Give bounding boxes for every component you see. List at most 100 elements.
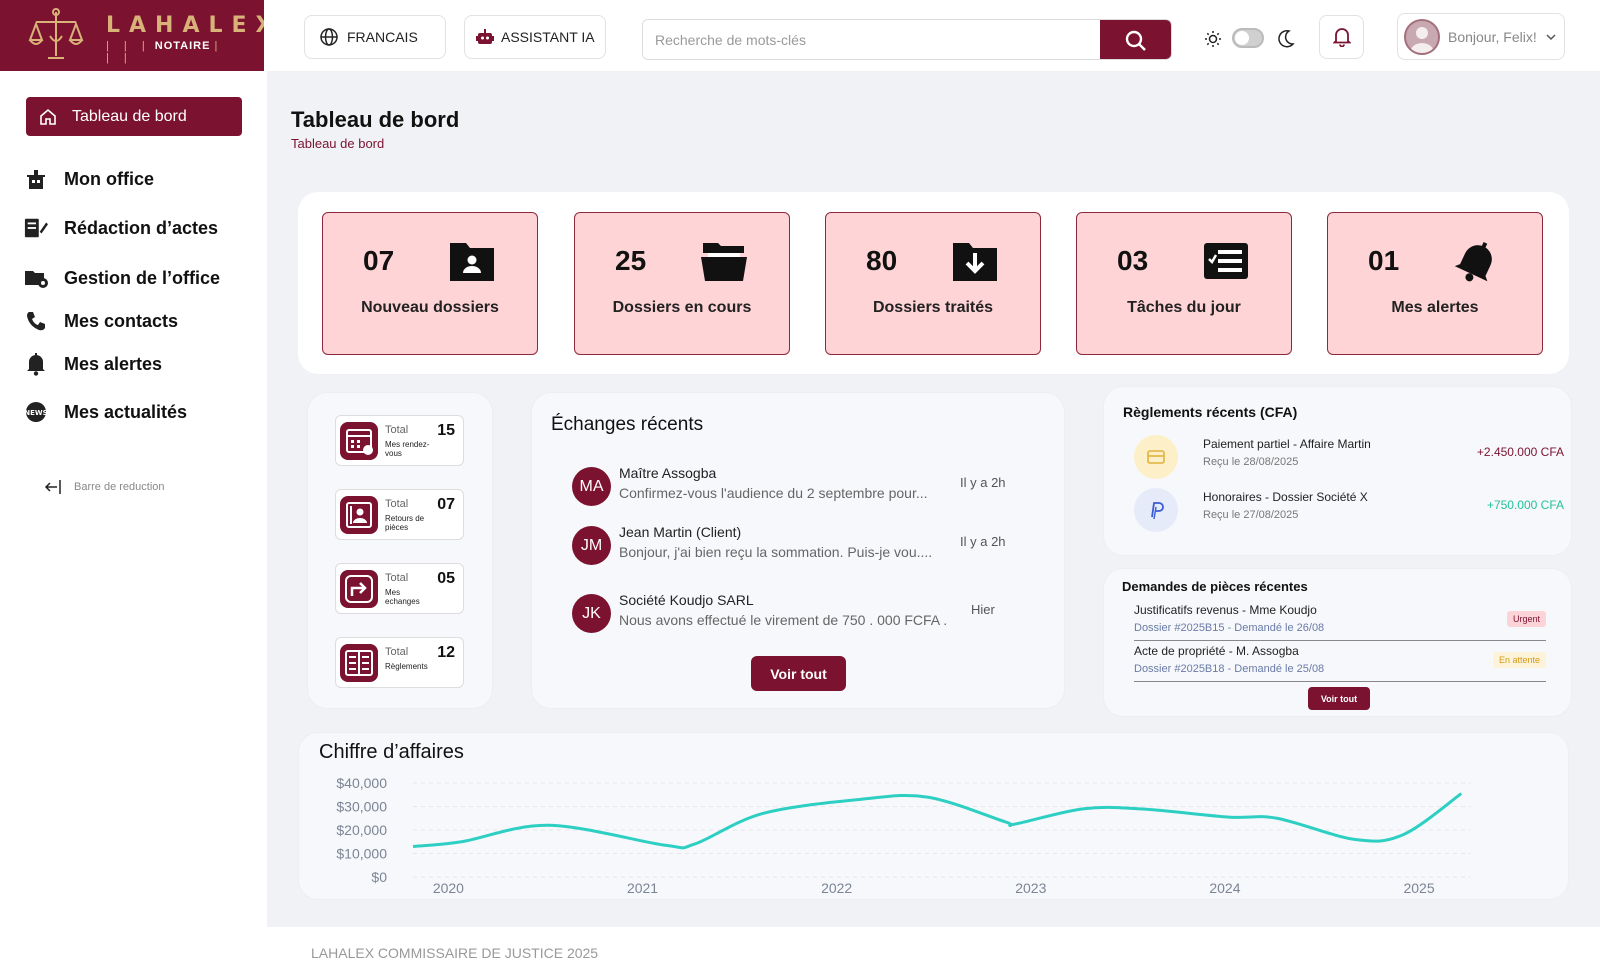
task-list-icon <box>1204 243 1248 279</box>
total-echanges[interactable]: Total Mes echanges 05 <box>335 563 464 614</box>
request-item[interactable]: Acte de propriété - M. Assogba Dossier #… <box>1134 644 1546 682</box>
stat-card-taches-du-jour[interactable]: 03 Tâches du jour <box>1076 212 1292 355</box>
robot-icon <box>476 29 494 44</box>
chevron-down-icon <box>1546 33 1556 40</box>
x-tick-label: 2025 <box>1403 880 1434 896</box>
view-all-exchanges-button[interactable]: Voir tout <box>751 656 846 691</box>
brand-name: LAHALEX <box>106 13 282 38</box>
scales-of-justice-icon <box>28 8 84 59</box>
profile-menu[interactable]: Bonjour, Felix! <box>1397 13 1565 60</box>
sidebar-item-redaction-actes[interactable]: Rédaction d’actes <box>24 216 218 240</box>
y-tick-label: $0 <box>371 869 387 885</box>
total-title: Total <box>385 646 409 658</box>
stat-value: 03 <box>1117 245 1149 276</box>
request-detail: Dossier #2025B18 - Demandé le 25/08 <box>1134 663 1325 675</box>
stat-value: 07 <box>363 245 395 276</box>
sidebar-item-label: Mes actualités <box>64 401 188 422</box>
y-tick-label: $20,000 <box>336 822 387 838</box>
exchanges-title: Échanges récents <box>551 414 704 435</box>
sidebar: Tableau de bord Mon office Rédaction d’a… <box>0 71 267 978</box>
stat-value: 80 <box>866 245 898 276</box>
view-all-requests-button[interactable]: Voir tout <box>1308 687 1370 710</box>
total-title: Total <box>385 424 409 436</box>
collapse-sidebar-button[interactable]: Barre de reduction <box>44 479 165 495</box>
sidebar-item-label: Mon office <box>64 168 154 189</box>
search-button[interactable] <box>1100 20 1171 59</box>
brand-logo[interactable]: LAHALEX | | | NOTAIRE | | | <box>0 0 273 71</box>
stat-value: 25 <box>615 245 647 276</box>
total-subtitle: Mes rendez-vous <box>385 440 430 458</box>
theme-toggle[interactable] <box>1232 28 1264 48</box>
request-name: Justificatifs revenus - Mme Koudjo <box>1134 603 1317 617</box>
avatar <box>1404 18 1440 55</box>
calendar-icon <box>340 422 378 460</box>
sun-icon <box>1205 31 1221 47</box>
paypal-icon <box>1134 488 1178 532</box>
bell-icon <box>1454 242 1492 282</box>
requests-title: Demandes de pièces récentes <box>1122 579 1308 594</box>
search-input[interactable] <box>643 20 1103 59</box>
recent-exchanges-card: Échanges récents MA Maître Assogba Confi… <box>531 392 1065 709</box>
total-value: 07 <box>437 496 455 513</box>
sidebar-item-mes-actualites[interactable]: NEWS Mes actualités <box>24 400 187 424</box>
stat-card-nouveaux-dossiers[interactable]: 07 Nouveau dossiers <box>322 212 538 355</box>
exchange-preview: Nous avons effectué le virement de 750 .… <box>619 612 948 628</box>
stat-label: Dossiers en cours <box>612 299 752 316</box>
series-line <box>412 792 1463 850</box>
document-edit-icon <box>24 216 48 240</box>
assistant-ia-button[interactable]: ASSISTANT IA <box>464 15 606 59</box>
folder-download-icon <box>953 243 997 281</box>
stat-label: Dossiers traités <box>872 299 994 316</box>
exchange-item[interactable]: JK Société Koudjo SARL Nous avons effect… <box>572 592 1022 636</box>
office-icon <box>24 167 48 191</box>
card-icon <box>1134 435 1178 479</box>
notifications-button[interactable] <box>1319 15 1364 59</box>
stat-label: Nouveau dossiers <box>361 299 499 316</box>
sidebar-item-mon-office[interactable]: Mon office <box>24 167 154 191</box>
home-icon <box>40 108 56 125</box>
exchange-time: Il y a 2h <box>960 534 1006 549</box>
sidebar-item-mes-contacts[interactable]: Mes contacts <box>24 309 178 333</box>
contact-card-icon <box>340 496 378 534</box>
payment-item[interactable]: Paiement partiel - Affaire Martin Reçu l… <box>1134 435 1564 479</box>
exchange-item[interactable]: MA Maître Assogba Confirmez-vous l'audie… <box>572 465 1022 509</box>
user-silhouette-icon <box>1410 26 1434 53</box>
x-tick-label: 2020 <box>433 880 464 896</box>
status-badge: En attente <box>1492 652 1546 668</box>
language-button[interactable]: FRANCAIS <box>304 15 446 59</box>
total-title: Total <box>385 498 409 510</box>
globe-icon <box>320 28 338 46</box>
y-tick-label: $10,000 <box>336 846 387 862</box>
sidebar-item-mes-alertes[interactable]: Mes alertes <box>24 352 162 376</box>
breadcrumb[interactable]: Tableau de bord <box>291 136 384 151</box>
avatar: JM <box>572 526 611 565</box>
payment-name: Honoraires - Dossier Société X <box>1203 490 1368 504</box>
x-tick-label: 2023 <box>1015 880 1046 896</box>
sidebar-item-gestion-office[interactable]: Gestion de l’office <box>24 266 220 290</box>
document-requests-card: Demandes de pièces récentes Justificatif… <box>1103 568 1572 717</box>
sidebar-item-label: Mes alertes <box>64 353 163 374</box>
x-tick-label: 2021 <box>627 880 658 896</box>
stat-card-dossiers-traites[interactable]: 80 Dossiers traités <box>825 212 1041 355</box>
total-value: 05 <box>437 570 455 587</box>
recent-payments-card: Règlements récents (CFA) Paiement partie… <box>1103 386 1572 556</box>
exchange-sender: Société Koudjo SARL <box>619 592 754 608</box>
footer: LAHALEX COMMISSAIRE DE JUSTICE 2025 <box>267 927 1600 978</box>
news-icon: NEWS <box>24 400 48 424</box>
request-item[interactable]: Justificatifs revenus - Mme Koudjo Dossi… <box>1134 603 1546 641</box>
search-bar <box>642 19 1172 60</box>
sidebar-item-label: Mes contacts <box>64 310 179 331</box>
total-rendez-vous[interactable]: Total Mes rendez-vous 15 <box>335 415 464 466</box>
exchange-item[interactable]: JM Jean Martin (Client) Bonjour, j'ai bi… <box>572 524 1022 568</box>
total-retours-pieces[interactable]: Total Retours de pièces 07 <box>335 489 464 540</box>
payment-item[interactable]: Honoraires - Dossier Société X Reçu le 2… <box>1134 488 1564 532</box>
top-bar: FRANCAIS ASSISTANT IA Bonjour, Felix! <box>264 0 1600 71</box>
total-subtitle: Règlements <box>385 662 428 671</box>
stat-card-dossiers-en-cours[interactable]: 25 Dossiers en cours <box>574 212 790 355</box>
svg-text:NEWS: NEWS <box>24 409 47 417</box>
y-tick-label: $30,000 <box>336 799 387 815</box>
sidebar-item-dashboard[interactable]: Tableau de bord <box>26 97 242 136</box>
total-reglements[interactable]: Total Règlements 12 <box>335 637 464 688</box>
page-title: Tableau de bord <box>291 107 460 132</box>
stat-card-mes-alertes[interactable]: 01 Mes alertes <box>1327 212 1543 355</box>
